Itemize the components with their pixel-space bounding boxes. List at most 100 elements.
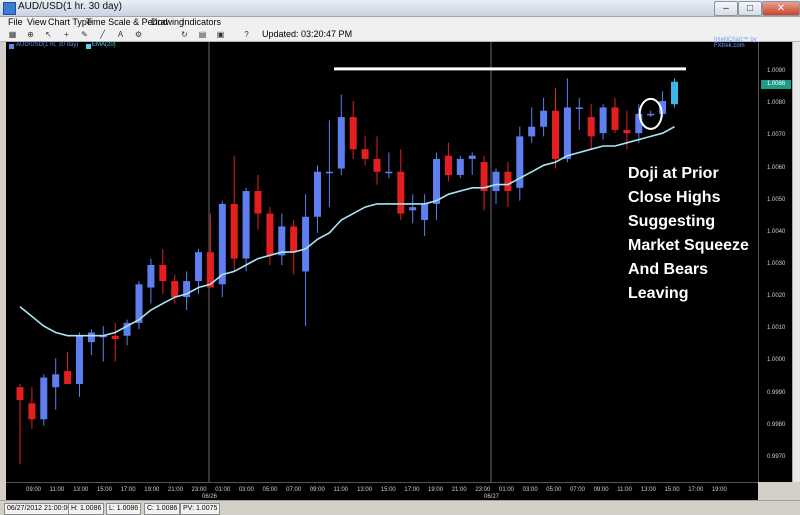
price-chart[interactable]: AUD/USD(1 hr, 30 day) EMA(20) IntelliCha… <box>6 37 758 482</box>
candle-body <box>52 374 60 388</box>
candle-body <box>28 403 36 420</box>
chart-annotation: Doji at Prior Close Highs Suggesting Mar… <box>628 162 768 306</box>
settings-icon[interactable]: ⚙ <box>134 30 143 39</box>
time-axis-label: 15:00 <box>380 487 396 493</box>
draw-icon[interactable]: ✎ <box>80 30 89 39</box>
candle-body <box>171 281 179 298</box>
candle-body <box>290 226 298 253</box>
candle-body <box>444 155 452 175</box>
time-axis-label: 09:00 <box>309 487 325 493</box>
candle-body <box>159 265 167 282</box>
cursor-icon[interactable]: ↖ <box>44 30 53 39</box>
candle-body <box>254 191 262 214</box>
current-price-badge: 1.0086 <box>761 80 791 90</box>
time-axis-label: 13:00 <box>73 487 89 493</box>
annotation-line-6: Leaving <box>628 285 689 302</box>
time-axis-label: 17:00 <box>688 487 704 493</box>
time-axis-label: 07:00 <box>569 487 585 493</box>
candle-body <box>349 117 357 150</box>
candle-body <box>230 203 238 259</box>
price-axis-label: 1.0010 <box>767 325 786 332</box>
time-axis-label: 17:00 <box>120 487 136 493</box>
maximize-button[interactable]: □ <box>738 1 762 16</box>
candle-body <box>195 252 202 282</box>
zoom-icon[interactable]: ⊕ <box>26 30 35 39</box>
trendline-icon[interactable]: ╱ <box>98 30 107 39</box>
crosshair-icon[interactable]: + <box>62 30 71 39</box>
candle-body <box>563 107 571 159</box>
candle-body <box>623 129 631 134</box>
price-axis-label: 1.0040 <box>767 228 786 235</box>
menu-indicators[interactable]: Indicators <box>182 17 221 28</box>
print-icon[interactable]: ▤ <box>198 30 207 39</box>
candle-body <box>314 171 321 217</box>
time-axis-label: 01:00 <box>215 487 231 493</box>
price-axis-label: 1.0030 <box>767 261 786 267</box>
candle-body <box>587 117 595 137</box>
time-axis-label: 09:00 <box>593 487 609 493</box>
candle-body <box>671 81 678 105</box>
annotation-line-4: Market Squeeze <box>628 237 749 254</box>
status-pv: PV: 1.0075 <box>180 503 221 515</box>
candle-body <box>456 158 464 175</box>
candle-body <box>147 265 155 288</box>
time-axis-label: 05:00 <box>262 487 278 493</box>
candle-body <box>528 126 536 137</box>
candle-body <box>421 203 429 220</box>
candle-body <box>242 191 250 259</box>
candle-body <box>397 171 405 214</box>
menu-view[interactable]: View <box>27 17 46 28</box>
menu-bar: File View Chart Type Time Scale & Period… <box>0 17 800 28</box>
menu-file[interactable]: File <box>8 17 23 28</box>
menu-drawing[interactable]: Drawing <box>151 17 184 28</box>
close-button[interactable]: ✕ <box>762 1 800 16</box>
time-axis-label: 11:00 <box>333 487 349 493</box>
time-axis-label: 01:00 <box>499 487 515 493</box>
candle-body <box>325 171 333 174</box>
chart-type-icon[interactable]: ▦ <box>8 30 17 39</box>
annotation-line-2: Close Highs <box>628 189 721 206</box>
price-axis-label: 1.0020 <box>767 293 786 300</box>
time-axis-label: 07:00 <box>286 487 302 493</box>
time-axis-label: 21:00 <box>451 487 467 493</box>
price-axis-label: 1.0090 <box>767 68 786 75</box>
text-icon[interactable]: A <box>116 30 125 39</box>
candle-body <box>611 107 619 130</box>
time-axis-label: 09:00 <box>26 487 42 493</box>
candle-body <box>552 110 559 159</box>
toolbar: ▦ ⊕ ↖ + ✎ ╱ A ⚙ ↻ ▤ ▣ ? Updated: 03:20:4… <box>0 28 800 42</box>
candle-body <box>278 226 286 256</box>
time-axis-label: 19:00 <box>144 487 160 493</box>
minimize-button[interactable]: – <box>714 1 738 16</box>
title-bar: AUD/USD(1 hr. 30 day) – □ ✕ <box>0 0 800 17</box>
help-icon[interactable]: ? <box>242 30 251 39</box>
status-close: C: 1.0086 <box>144 503 181 515</box>
time-axis-label: 15:00 <box>664 487 680 493</box>
price-axis: 1.0090 1.0080 1.0070 1.0060 1.0050 1.0040 1.00… <box>758 42 793 482</box>
vertical-scrollbar[interactable] <box>792 42 800 482</box>
candle-body <box>361 149 369 159</box>
candle-body <box>575 107 583 109</box>
price-axis-label: 1.0050 <box>767 196 786 203</box>
price-axis-label: 1.0080 <box>767 100 786 107</box>
candle-body <box>337 117 345 169</box>
price-axis-label: 0.9990 <box>767 389 786 396</box>
time-axis-label: 23:00 <box>191 487 207 493</box>
time-axis-label: 11:00 <box>617 487 632 493</box>
time-axis-label: 13:00 <box>357 487 373 493</box>
candle-body <box>433 158 440 204</box>
app-icon <box>3 2 16 15</box>
status-datetime: 06/27/2012 21:00:00 <box>4 503 75 515</box>
time-axis: 09:00 11:00 13:00 15:00 17:00 19:00 21:00 23:00… <box>6 482 758 501</box>
price-axis-label: 1.0060 <box>767 164 786 171</box>
time-axis-label: 05:00 <box>546 487 562 493</box>
candle-body <box>385 171 393 174</box>
annotation-line-3: Suggesting <box>628 213 716 230</box>
time-axis-label: 19:00 <box>428 487 444 493</box>
candle-body <box>218 203 226 285</box>
save-icon[interactable]: ▣ <box>216 30 225 39</box>
candle-body <box>373 158 381 172</box>
candle-body <box>16 387 24 401</box>
candle-body <box>111 335 119 339</box>
refresh-icon[interactable]: ↻ <box>180 30 189 39</box>
